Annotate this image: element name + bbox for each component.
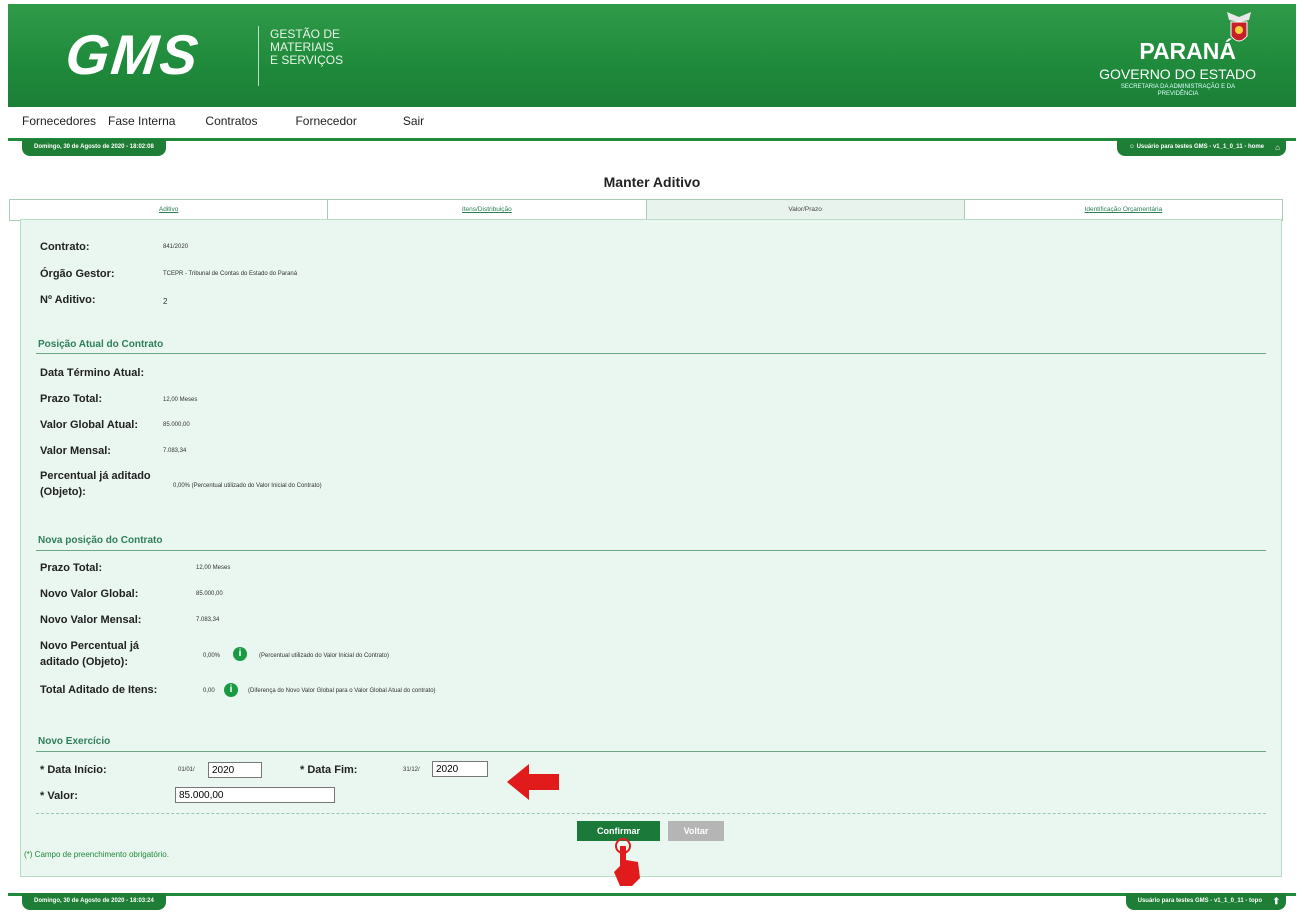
status-bar-line bbox=[8, 138, 1296, 159]
novo-percentual-label-line1: Novo Percentual já bbox=[40, 640, 140, 652]
date-display: Domingo, 30 de Agosto de 2020 - 18:02:08 bbox=[22, 139, 166, 156]
orgao-label: Órgão Gestor: bbox=[40, 268, 115, 280]
valor-global-label: Valor Global Atual: bbox=[40, 419, 138, 431]
section-divider bbox=[36, 353, 1266, 354]
menu-item-fornecedores[interactable]: Fornecedores bbox=[22, 107, 96, 131]
total-aditado-note: (Diferença do Novo Valor Global para o V… bbox=[248, 688, 436, 694]
section-divider bbox=[36, 550, 1266, 551]
tab-bar: Aditivo Itens/Distribuição Valor/Prazo I… bbox=[9, 199, 1283, 221]
back-button[interactable]: Voltar bbox=[668, 821, 724, 841]
section-title-nova-posicao: Nova posição do Contrato bbox=[38, 535, 163, 546]
user-label[interactable]: Usuário para testes GMS - v1_1_0_11 - ho… bbox=[1137, 144, 1264, 150]
subtitle-line: E SERVIÇOS bbox=[270, 53, 344, 67]
up-arrow-icon[interactable]: ⬆ bbox=[1272, 893, 1280, 910]
gms-subtitle: GESTÃO DE MATERIAIS E SERVIÇOS bbox=[270, 28, 343, 67]
hand-cursor-icon bbox=[614, 838, 640, 886]
secretaria-label: SECRETARIA DA ADMINISTRAÇÃO E DA PREVIDÊ… bbox=[1120, 84, 1236, 97]
total-aditado-value: 0,00 bbox=[203, 688, 215, 694]
data-fim-prefix: 31/12/ bbox=[403, 767, 420, 773]
data-inicio-year-input[interactable] bbox=[208, 762, 262, 778]
percentual-label-line2: (Objeto): bbox=[40, 486, 86, 498]
site-header: GMS GESTÃO DE MATERIAIS E SERVIÇOS PARAN… bbox=[8, 4, 1296, 107]
contrato-value: 841/2020 bbox=[163, 244, 189, 250]
valor-mensal-label: Valor Mensal: bbox=[40, 445, 111, 457]
section-divider bbox=[36, 751, 1266, 752]
valor-global-value: 85.000,00 bbox=[163, 422, 190, 428]
prazo-total-label: Prazo Total: bbox=[40, 393, 103, 405]
info-icon[interactable]: i bbox=[233, 647, 247, 661]
total-aditado-label: Total Aditado de Itens: bbox=[40, 684, 158, 696]
gms-logo: GMS bbox=[62, 23, 203, 86]
data-termino-label: Data Término Atual: bbox=[40, 367, 145, 379]
footer-user: Usuário para testes GMS - v1_1_0_11 - to… bbox=[1125, 893, 1286, 910]
percentual-value: 0,00% (Percentual utilizado do Valor Ini… bbox=[173, 483, 322, 489]
menu-item-fornecedor[interactable]: Fornecedor bbox=[295, 107, 356, 131]
data-fim-year-input[interactable] bbox=[432, 761, 488, 777]
valor-input[interactable] bbox=[175, 787, 335, 803]
novo-percentual-note: (Percentual utilizado do Valor Inicial d… bbox=[259, 653, 389, 659]
red-arrow-icon bbox=[507, 764, 559, 800]
menu-item-fase-interna[interactable]: Fase Interna bbox=[108, 107, 175, 131]
government-label: GOVERNO DO ESTADO bbox=[1099, 66, 1256, 82]
tab-valor-prazo[interactable]: Valor/Prazo bbox=[646, 200, 965, 220]
valor-mensal-value: 7.083,34 bbox=[163, 448, 187, 454]
logo-divider bbox=[258, 26, 259, 86]
user-icon: ☺ bbox=[1128, 144, 1137, 150]
menu-item-sair[interactable]: Sair bbox=[403, 107, 424, 131]
data-fim-label: * Data Fim: bbox=[300, 764, 358, 776]
novo-percentual-label-line2: aditado (Objeto): bbox=[40, 656, 128, 668]
form-divider bbox=[36, 813, 1266, 814]
info-icon[interactable]: i bbox=[224, 683, 238, 697]
novo-prazo-value: 12,00 Meses bbox=[196, 565, 231, 571]
section-title-posicao-atual: Posição Atual do Contrato bbox=[38, 339, 164, 350]
tab-aditivo[interactable]: Aditivo bbox=[10, 200, 329, 220]
home-icon[interactable]: ⌂ bbox=[1275, 139, 1280, 156]
contrato-label: Contrato: bbox=[40, 241, 90, 253]
tab-identificacao-orcamentaria[interactable]: Identificação Orçamentária bbox=[965, 200, 1282, 220]
required-footnote: (*) Campo de preenchimento obrigatório. bbox=[24, 850, 169, 859]
state-name: PARANÁ bbox=[1139, 38, 1236, 64]
aditivo-value: 2 bbox=[163, 297, 168, 306]
form-panel bbox=[20, 219, 1282, 877]
section-title-novo-exercicio: Novo Exercício bbox=[38, 736, 111, 747]
data-inicio-prefix: 01/01/ bbox=[178, 767, 195, 773]
orgao-value: TCEPR - Tribunal de Contas do Estado do … bbox=[163, 271, 298, 277]
data-inicio-label: * Data Início: bbox=[40, 764, 107, 776]
novo-global-label: Novo Valor Global: bbox=[40, 588, 139, 600]
novo-prazo-label: Prazo Total: bbox=[40, 562, 103, 574]
prazo-total-value: 12,00 Meses bbox=[163, 397, 198, 403]
footer-date: Domingo, 30 de Agosto de 2020 - 18:03:24 bbox=[22, 893, 166, 910]
user-display: ☺ Usuário para testes GMS - v1_1_0_11 - … bbox=[1116, 139, 1286, 156]
novo-global-value: 85.000,00 bbox=[196, 591, 223, 597]
valor-label: * Valor: bbox=[40, 790, 78, 802]
percentual-label-line1: Percentual já aditado bbox=[40, 470, 151, 482]
page-title: Manter Aditivo bbox=[603, 174, 701, 190]
novo-mensal-value: 7.083,34 bbox=[196, 617, 220, 623]
novo-mensal-label: Novo Valor Mensal: bbox=[40, 614, 142, 626]
main-menu: Fornecedores Fase Interna Contratos Forn… bbox=[8, 107, 528, 131]
footer-user-label[interactable]: Usuário para testes GMS - v1_1_0_11 - to… bbox=[1138, 898, 1262, 904]
aditivo-label: Nº Aditivo: bbox=[40, 294, 96, 306]
tab-itens-distribuicao[interactable]: Itens/Distribuição bbox=[328, 200, 647, 220]
novo-percentual-value: 0,00% bbox=[203, 653, 221, 659]
menu-item-contratos[interactable]: Contratos bbox=[205, 107, 257, 131]
